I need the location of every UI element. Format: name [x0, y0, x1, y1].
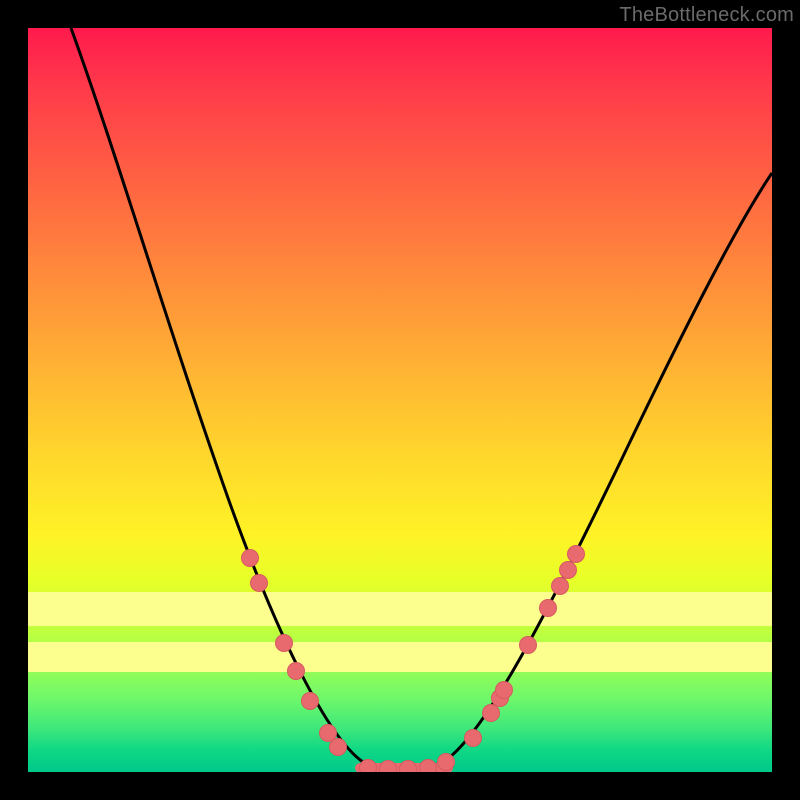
data-marker [360, 760, 377, 773]
data-marker [465, 730, 482, 747]
data-marker [288, 663, 305, 680]
data-marker [420, 760, 437, 773]
curve-layer [28, 28, 772, 772]
data-marker [438, 754, 455, 771]
data-marker [242, 550, 259, 567]
data-marker [483, 705, 500, 722]
watermark-text: TheBottleneck.com [619, 4, 794, 27]
data-marker [251, 575, 268, 592]
data-marker [330, 739, 347, 756]
plot-area [28, 28, 772, 772]
data-marker [540, 600, 557, 617]
data-marker [302, 693, 319, 710]
chart-frame: TheBottleneck.com [0, 0, 800, 800]
data-marker [320, 725, 337, 742]
data-marker [560, 562, 577, 579]
data-marker [400, 761, 417, 773]
data-marker [552, 578, 569, 595]
data-marker [568, 546, 585, 563]
data-marker [496, 682, 513, 699]
data-marker [276, 635, 293, 652]
data-marker [520, 637, 537, 654]
bottleneck-curve [71, 28, 772, 769]
data-marker [380, 761, 397, 773]
